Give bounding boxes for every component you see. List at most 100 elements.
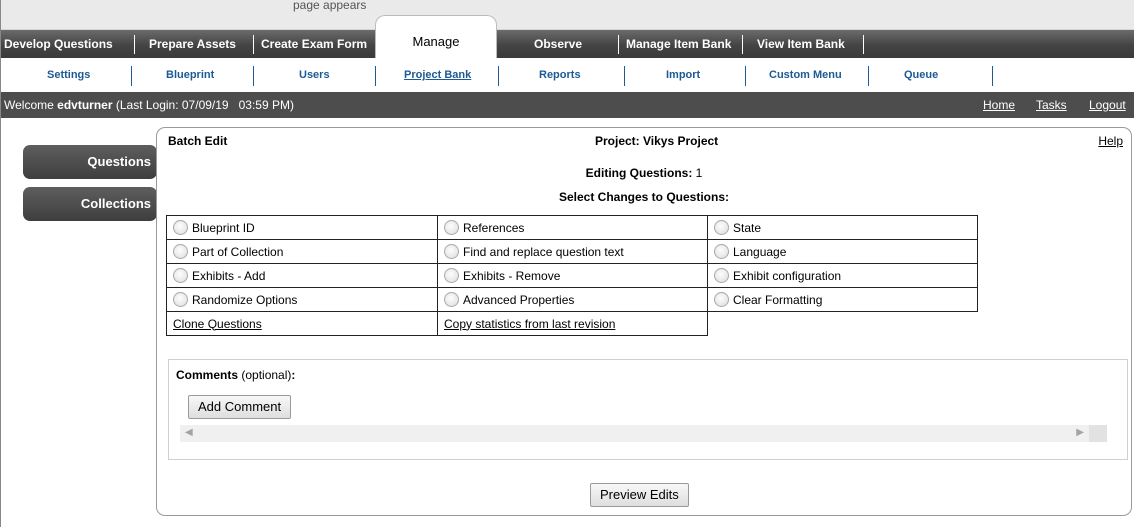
subtab-users[interactable]: Users: [299, 69, 330, 81]
radio-icon[interactable]: [444, 244, 459, 259]
radio-icon[interactable]: [714, 268, 729, 283]
welcome-prefix: Welcome: [4, 98, 58, 112]
option-cell[interactable]: State: [707, 215, 978, 240]
subtab-queue[interactable]: Queue: [904, 69, 938, 81]
option-cell[interactable]: Part of Collection: [166, 239, 438, 264]
tasks-link[interactable]: Tasks: [1036, 92, 1067, 118]
tab-divider: [134, 35, 135, 54]
nav-questions-button[interactable]: Questions: [23, 145, 157, 179]
empty-cell: [707, 311, 978, 336]
option-cell[interactable]: Exhibit configuration: [707, 263, 978, 288]
welcome-text: Welcome edvturner (Last Login: 07/09/19 …: [4, 92, 294, 118]
radio-icon[interactable]: [714, 220, 729, 235]
subtab-divider: [624, 66, 625, 86]
subtab-divider: [253, 66, 254, 86]
subtab-divider: [992, 66, 993, 86]
option-cell[interactable]: Exhibits - Add: [166, 263, 438, 288]
panel-title: Batch Edit: [168, 134, 228, 148]
batch-edit-panel: Batch Edit Project: Vikys Project Help E…: [156, 127, 1132, 516]
option-cell[interactable]: Randomize Options: [166, 287, 438, 312]
options-row: Blueprint ID References State: [166, 215, 978, 240]
option-cell[interactable]: Advanced Properties: [437, 287, 708, 312]
project-name: Project: Vikys Project: [595, 134, 719, 148]
options-row: Exhibits - Add Exhibits - Remove Exhibit…: [166, 263, 978, 288]
main-tab-bar: Develop Questions Prepare Assets Create …: [1, 30, 1134, 58]
comments-optional: (optional): [238, 368, 292, 382]
option-cell[interactable]: Blueprint ID: [166, 215, 438, 240]
comments-label: Comments (optional):: [176, 368, 295, 382]
radio-icon[interactable]: [173, 244, 188, 259]
subtab-divider: [131, 66, 132, 86]
radio-icon[interactable]: [444, 220, 459, 235]
scroll-left-icon[interactable]: ◀: [185, 427, 193, 438]
subtab-project-bank[interactable]: Project Bank: [404, 69, 471, 81]
comments-section: Comments (optional): Add Comment ◀ ▶: [168, 359, 1128, 460]
tab-develop-questions[interactable]: Develop Questions: [4, 30, 113, 58]
tab-divider: [253, 35, 254, 54]
radio-icon[interactable]: [444, 268, 459, 283]
subtab-divider: [375, 66, 376, 86]
horizontal-scrollbar[interactable]: ◀ ▶: [180, 425, 1089, 442]
editing-number: 1: [692, 166, 703, 180]
radio-icon[interactable]: [444, 292, 459, 307]
add-comment-button[interactable]: Add Comment: [188, 395, 292, 419]
option-cell[interactable]: Clear Formatting: [707, 287, 978, 312]
tab-prepare-assets[interactable]: Prepare Assets: [149, 30, 236, 58]
sub-tab-bar: Settings Blueprint Users Project Bank Re…: [1, 58, 1134, 92]
tab-view-item-bank[interactable]: View Item Bank: [757, 30, 845, 58]
subtab-settings[interactable]: Settings: [47, 69, 90, 81]
tab-create-exam-form[interactable]: Create Exam Form: [261, 30, 367, 58]
radio-icon[interactable]: [173, 220, 188, 235]
clone-cell: Clone Questions: [166, 311, 438, 336]
editing-label: Editing Questions:: [585, 166, 693, 180]
option-cell[interactable]: Language: [707, 239, 978, 264]
preview-edits-button[interactable]: Preview Edits: [590, 483, 689, 507]
subtab-blueprint[interactable]: Blueprint: [166, 69, 214, 81]
subtab-divider: [868, 66, 869, 86]
subtab-divider: [745, 66, 746, 86]
tab-divider: [742, 35, 743, 54]
nav-collections-button[interactable]: Collections: [23, 187, 157, 221]
home-link[interactable]: Home: [983, 92, 1015, 118]
help-link[interactable]: Help: [1098, 134, 1123, 148]
option-cell[interactable]: Exhibits - Remove: [437, 263, 708, 288]
welcome-user: edvturner: [57, 98, 113, 112]
clone-questions-link[interactable]: Clone Questions: [173, 317, 262, 331]
option-cell[interactable]: References: [437, 215, 708, 240]
tab-observe[interactable]: Observe: [534, 30, 582, 58]
browser-top-strip: page appears: [1, 0, 1134, 30]
editing-count: Editing Questions: 1: [157, 166, 1131, 180]
option-advanced-properties: Advanced Properties: [463, 293, 575, 307]
tab-manage[interactable]: Manage: [375, 15, 497, 59]
copy-stats-cell: Copy statistics from last revision: [437, 311, 708, 336]
radio-icon[interactable]: [714, 292, 729, 307]
option-exhibits-remove: Exhibits - Remove: [463, 269, 561, 283]
option-clear-formatting: Clear Formatting: [733, 293, 823, 307]
top-strip-text: page appears: [293, 0, 367, 12]
select-changes-heading: Select Changes to Questions:: [558, 190, 730, 204]
copy-statistics-link[interactable]: Copy statistics from last revision: [444, 317, 615, 331]
comments-colon: :: [291, 368, 296, 382]
tab-divider: [863, 35, 864, 54]
subtab-reports[interactable]: Reports: [539, 69, 581, 81]
subtab-import[interactable]: Import: [666, 69, 700, 81]
options-row: Randomize Options Advanced Properties Cl…: [166, 287, 978, 312]
radio-icon[interactable]: [173, 268, 188, 283]
option-exhibit-configuration: Exhibit configuration: [733, 269, 842, 283]
comments-title: Comments: [176, 368, 239, 382]
scroll-right-icon[interactable]: ▶: [1076, 427, 1084, 438]
options-row: Part of Collection Find and replace ques…: [166, 239, 978, 264]
subtab-custom-menu[interactable]: Custom Menu: [769, 69, 842, 81]
logout-link[interactable]: Logout: [1089, 92, 1126, 118]
option-exhibits-add: Exhibits - Add: [192, 269, 266, 283]
last-login: (Last Login: 07/09/19 03:59 PM): [115, 98, 294, 112]
subtab-divider: [498, 66, 499, 86]
radio-icon[interactable]: [714, 244, 729, 259]
option-cell[interactable]: Find and replace question text: [437, 239, 708, 264]
radio-icon[interactable]: [173, 292, 188, 307]
option-find-replace: Find and replace question text: [463, 245, 624, 259]
scrollbar-corner: [1089, 425, 1107, 442]
option-blueprint-id: Blueprint ID: [192, 221, 255, 235]
tab-manage-item-bank[interactable]: Manage Item Bank: [626, 30, 731, 58]
tab-divider: [618, 35, 619, 54]
